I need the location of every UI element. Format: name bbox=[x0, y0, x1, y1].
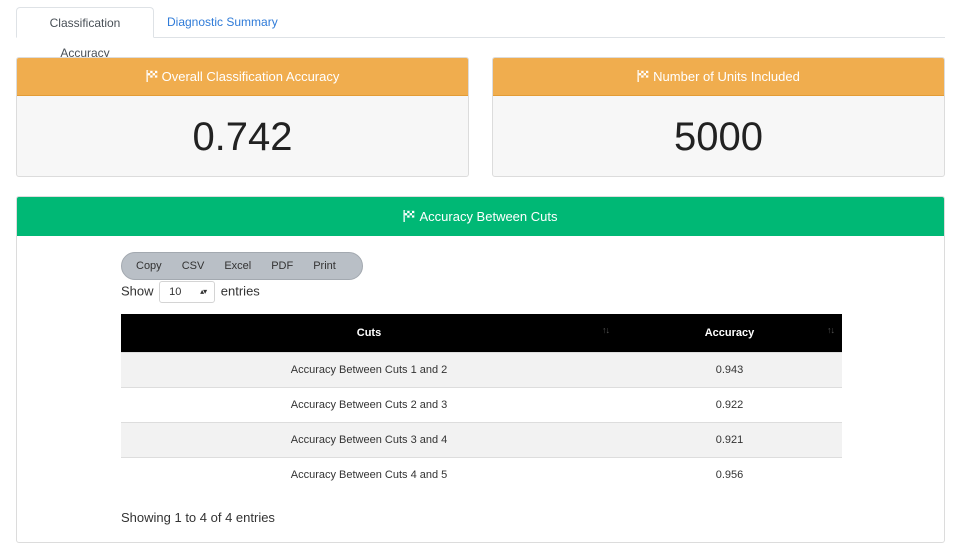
table-header-row: Cuts ↑↓ Accuracy ↑↓ bbox=[121, 314, 842, 352]
flag-checkered-icon bbox=[146, 70, 157, 82]
panel-title: Accuracy Between Cuts bbox=[419, 209, 558, 224]
units-value-box: Number of Units Included 5000 bbox=[492, 57, 945, 177]
flag-checkered-icon bbox=[637, 70, 649, 82]
page-length-select[interactable]: 10 ▴▾ bbox=[159, 281, 216, 303]
copy-button[interactable]: Copy bbox=[128, 253, 172, 279]
tab-diagnostic-summary[interactable]: Diagnostic Summary bbox=[155, 7, 290, 38]
units-box-title: Number of Units Included bbox=[653, 69, 800, 84]
page-length-control: Show 10 ▴▾ entries bbox=[121, 281, 260, 303]
print-button[interactable]: Print bbox=[303, 253, 346, 279]
excel-button[interactable]: Excel bbox=[214, 253, 261, 279]
panel-header: Accuracy Between Cuts bbox=[17, 197, 944, 236]
accuracy-cell: 0.921 bbox=[617, 421, 842, 457]
accuracy-between-cuts-panel: Accuracy Between Cuts Copy CSV Excel PDF… bbox=[16, 196, 945, 543]
table-row: Accuracy Between Cuts 4 and 5 0.956 bbox=[121, 456, 842, 492]
pdf-button[interactable]: PDF bbox=[261, 253, 303, 279]
length-suffix-label: entries bbox=[220, 283, 260, 299]
csv-button[interactable]: CSV bbox=[172, 253, 215, 279]
select-caret-icon: ▴▾ bbox=[200, 287, 207, 296]
flag-checkered-icon bbox=[403, 210, 415, 222]
tab-classification-accuracy[interactable]: Classification Accuracy bbox=[16, 7, 154, 60]
accuracy-table: Cuts ↑↓ Accuracy ↑↓ Accuracy Between Cut… bbox=[121, 314, 842, 492]
cuts-cell: Accuracy Between Cuts 4 and 5 bbox=[121, 456, 617, 492]
column-header-cuts[interactable]: Cuts ↑↓ bbox=[121, 314, 617, 352]
column-header-accuracy[interactable]: Accuracy ↑↓ bbox=[617, 314, 842, 352]
column-header-label: Accuracy bbox=[704, 326, 755, 339]
accuracy-cell: 0.922 bbox=[617, 386, 842, 422]
sort-icon: ↑↓ bbox=[602, 325, 610, 335]
tab-bar: Classification Accuracy Diagnostic Summa… bbox=[16, 7, 945, 60]
table-row: Accuracy Between Cuts 3 and 4 0.921 bbox=[121, 421, 842, 457]
table-row: Accuracy Between Cuts 2 and 3 0.922 bbox=[121, 386, 842, 422]
cuts-cell: Accuracy Between Cuts 2 and 3 bbox=[121, 386, 617, 422]
table-row: Accuracy Between Cuts 1 and 2 0.943 bbox=[121, 351, 842, 387]
length-prefix-label: Show bbox=[121, 283, 154, 299]
accuracy-box-header: Overall Classification Accuracy bbox=[17, 58, 468, 96]
column-header-label: Cuts bbox=[356, 326, 382, 339]
cuts-cell: Accuracy Between Cuts 1 and 2 bbox=[121, 351, 617, 387]
cuts-cell: Accuracy Between Cuts 3 and 4 bbox=[121, 421, 617, 457]
units-box-value: 5000 bbox=[674, 115, 763, 159]
accuracy-cell: 0.943 bbox=[617, 351, 842, 387]
accuracy-value-box: Overall Classification Accuracy 0.742 bbox=[16, 57, 469, 177]
table-info-text: Showing 1 to 4 of 4 entries bbox=[121, 510, 275, 525]
accuracy-cell: 0.956 bbox=[617, 456, 842, 492]
sort-icon: ↑↓ bbox=[827, 325, 835, 335]
page-length-value: 10 bbox=[169, 286, 182, 298]
accuracy-box-value: 0.742 bbox=[192, 115, 293, 159]
accuracy-box-title: Overall Classification Accuracy bbox=[161, 69, 340, 84]
export-button-group: Copy CSV Excel PDF Print bbox=[121, 252, 363, 280]
units-box-header: Number of Units Included bbox=[493, 58, 944, 96]
